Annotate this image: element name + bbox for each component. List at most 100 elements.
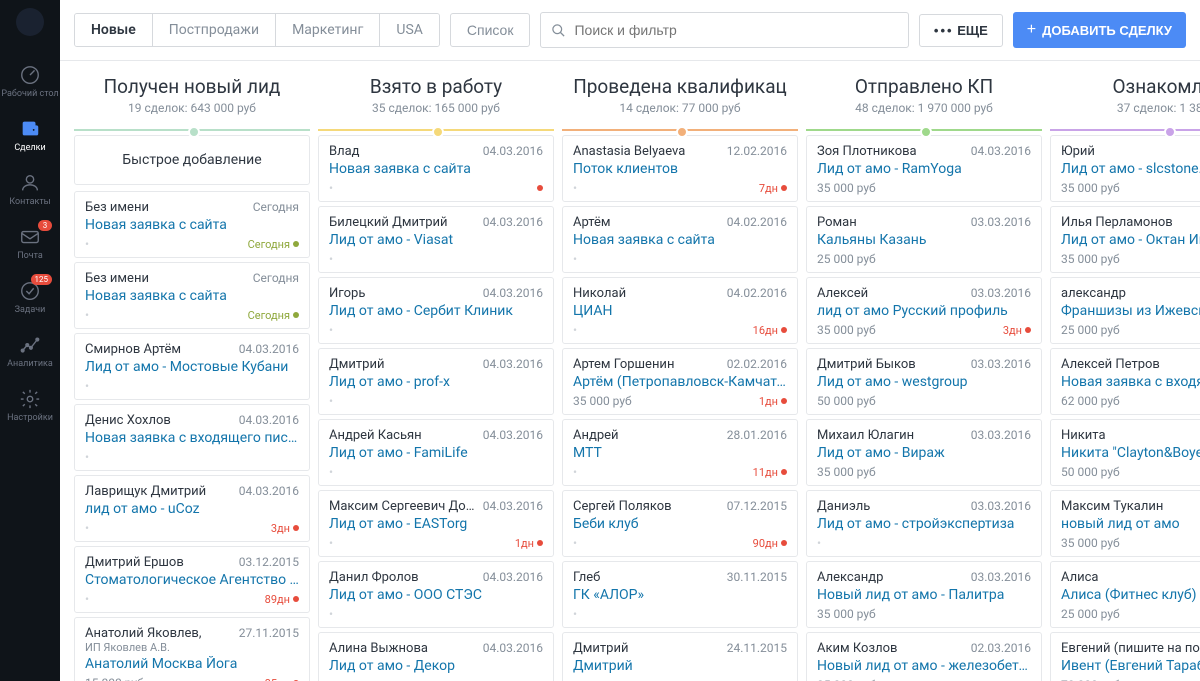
deal-card[interactable]: Билецкий Дмитрий 04.03.2016 Лид от амо -… [318,206,554,273]
deal-card[interactable]: Алина Выжнова 04.03.2016 Лид от амо - Де… [318,632,554,681]
deal-card[interactable]: Андрей Касьян 04.03.2016 Лид от амо - Fa… [318,419,554,486]
deal-card[interactable]: Артем Горшенин 02.02.2016 Артём (Петропа… [562,348,798,415]
deal-card[interactable]: Никита Никита "Clayton&Boyers" 50 000 ру… [1050,419,1200,486]
sidebar-item-analytics[interactable]: Аналитика [0,324,60,378]
card-title: ГК «АЛОР» [573,587,787,603]
deal-card[interactable]: Роман 03.03.2016 Кальяны Казань 25 000 р… [806,206,1042,273]
sidebar-item-label: Рабочий стол [1,90,58,99]
card-date: 03.03.2016 [971,215,1031,229]
add-deal-button[interactable]: + ДОБАВИТЬ СДЕЛКУ [1013,12,1186,48]
deal-card[interactable]: Юрий Лид от амо - slcstone.ru 35 000 руб [1050,135,1200,202]
deal-card[interactable]: Сергей Поляков 07.12.2015 Беби клуб 90дн [562,490,798,557]
sidebar-item-mail[interactable]: 3 Почта [0,216,60,270]
column-body[interactable]: Зоя Плотникова 04.03.2016 Лид от амо - R… [806,135,1042,681]
card-due-badge: 1дн [515,537,543,550]
plus-icon: + [1027,21,1036,39]
list-view-button[interactable]: Список [450,13,531,47]
deal-card[interactable]: Алексей 03.03.2016 лид от амо Русский пр… [806,277,1042,344]
search-box[interactable] [540,12,908,48]
deal-card[interactable]: Евгений (пишите на почту) Ивент (Евгений… [1050,632,1200,681]
card-date: 03.12.2015 [239,555,299,569]
deal-card[interactable]: Максим Сергеевич Домарев 04.03.2016 Лид … [318,490,554,557]
deal-card[interactable]: Игорь 04.03.2016 Лид от амо - Сербит Кли… [318,277,554,344]
deal-card[interactable]: александр Франшизы из Ижевска 25 000 руб [1050,277,1200,344]
deal-card[interactable]: Алиса Алиса (Фитнес клуб) 25 000 руб [1050,561,1200,628]
deal-card[interactable]: Александр 03.03.2016 Новый лид от амо - … [806,561,1042,628]
card-price: 35 000 руб [817,465,876,479]
card-contact: Максим Сергеевич Домарев [329,499,479,514]
deal-card[interactable]: Денис Хохлов 04.03.2016 Новая заявка с в… [74,404,310,471]
card-contact: Влад [329,144,479,159]
card-due-badge: 3дн [1003,324,1031,337]
tab-postsales[interactable]: Постпродажи [153,14,276,46]
card-due-badge: 7дн [759,182,787,195]
deal-card[interactable]: Зоя Плотникова 04.03.2016 Лид от амо - R… [806,135,1042,202]
column-title: Взято в работу [322,75,550,98]
sidebar-item-label: Задачи [15,306,46,315]
column-body[interactable]: Anastasia Belyaeva 12.02.2016 Поток клие… [562,135,798,681]
deal-card[interactable]: Дмитрий Ершов 03.12.2015 Стоматологическ… [74,546,310,613]
sidebar-item-contacts[interactable]: Контакты [0,162,60,216]
sidebar-item-settings[interactable]: Настройки [0,378,60,432]
tab-marketing[interactable]: Маркетинг [276,14,380,46]
card-contact: Билецкий Дмитрий [329,215,479,230]
deal-card[interactable]: Без имени Сегодня Новая заявка с сайта С… [74,191,310,258]
card-contact: Артем Горшенин [573,357,723,372]
sidebar-item-label: Аналитика [7,360,53,369]
search-input[interactable] [574,22,897,38]
column-header: Отправлено КП 48 сделок: 1 970 000 руб [806,61,1042,123]
card-contact: Алексей Петров [1061,357,1200,372]
card-price [329,323,333,337]
sidebar-item-dashboard[interactable]: Рабочий стол [0,54,60,108]
deal-card[interactable]: Алексей Петров Новая заявка с входящег 6… [1050,348,1200,415]
card-price [85,521,89,535]
deal-card[interactable]: Артём 04.02.2016 Новая заявка с сайта [562,206,798,273]
deal-card[interactable]: Николай 04.02.2016 ЦИАН 16дн [562,277,798,344]
deal-card[interactable]: Anastasia Belyaeva 12.02.2016 Поток клие… [562,135,798,202]
card-price [573,536,577,550]
deal-card[interactable]: Глеб 30.11.2015 ГК «АЛОР» [562,561,798,628]
deal-card[interactable]: Андрей 28.01.2016 МТТ 11дн [562,419,798,486]
column-stats: 35 сделок: 165 000 руб [322,101,550,115]
deal-card[interactable]: Максим Тукалин новый лид от амо 35 000 р… [1050,490,1200,557]
card-price: 62 000 руб [1061,394,1120,408]
card-date: 04.03.2016 [483,144,543,158]
sidebar-item-label: Настройки [7,414,53,423]
deal-card[interactable]: Данил Фролов 04.03.2016 Лид от амо - ООО… [318,561,554,628]
more-button[interactable]: ••• ЕЩЕ [919,14,1003,47]
card-contact: Алина Выжнова [329,641,479,656]
card-contact: Илья Перламонов [1061,215,1200,230]
quick-add-card[interactable]: Быстрое добавление [74,135,310,185]
column-body[interactable]: Юрий Лид от амо - slcstone.ru 35 000 руб… [1050,135,1200,681]
deal-card[interactable]: Аким Козлов 02.03.2016 Новый лид от амо … [806,632,1042,681]
card-contact: Без имени [85,200,235,215]
card-date: 04.03.2016 [483,499,543,513]
column-body[interactable]: Быстрое добавление Без имени Сегодня Нов… [74,135,310,681]
deal-card[interactable]: Михаил Юлагин 03.03.2016 Лид от амо - Ви… [806,419,1042,486]
deal-card[interactable]: Влад 04.03.2016 Новая заявка с сайта [318,135,554,202]
card-title: ЦИАН [573,303,787,319]
sidebar-item-tasks[interactable]: 125 Задачи [0,270,60,324]
deal-card[interactable]: Дмитрий 04.03.2016 Лид от амо - prof-x [318,348,554,415]
deal-card[interactable]: Анатолий Яковлев, ИП Яковлев А.В. 27.11.… [74,617,310,681]
card-contact: Без имени [85,271,235,286]
deal-card[interactable]: Лаврищук Дмитрий 04.03.2016 лид от амо -… [74,475,310,542]
deal-card[interactable]: Дмитрий 24.11.2015 Дмитрий 98дн [562,632,798,681]
tab-usa[interactable]: USA [380,14,439,46]
deal-card[interactable]: Даниэль 03.03.2016 Лид от амо - стройэкс… [806,490,1042,557]
card-contact: Дмитрий [573,641,723,656]
card-title: Артём (Петропавловск-Камчатский) [573,374,787,390]
card-date: Сегодня [253,271,299,285]
deal-card[interactable]: Смирнов Артём 04.03.2016 Лид от амо - Мо… [74,333,310,400]
deal-card[interactable]: Илья Перламонов Лид от амо - Октан Инвес… [1050,206,1200,273]
column-body[interactable]: Влад 04.03.2016 Новая заявка с сайта Бил… [318,135,554,681]
tab-new[interactable]: Новые [75,14,153,46]
deal-card[interactable]: Без имени Сегодня Новая заявка с сайта С… [74,262,310,329]
card-date: 04.03.2016 [239,413,299,427]
sidebar: Рабочий стол Сделки Контакты 3 Почта 125… [0,0,60,681]
deal-card[interactable]: Дмитрий Быков 03.03.2016 Лид от амо - we… [806,348,1042,415]
sidebar-item-deals[interactable]: Сделки [0,108,60,162]
card-title: Лид от амо - westgroup [817,374,1031,390]
column-stats: 37 сделок: 1 385 2 [1054,101,1200,115]
kanban-column: Ознакомлен 37 сделок: 1 385 2 Юрий Лид о… [1050,61,1200,681]
